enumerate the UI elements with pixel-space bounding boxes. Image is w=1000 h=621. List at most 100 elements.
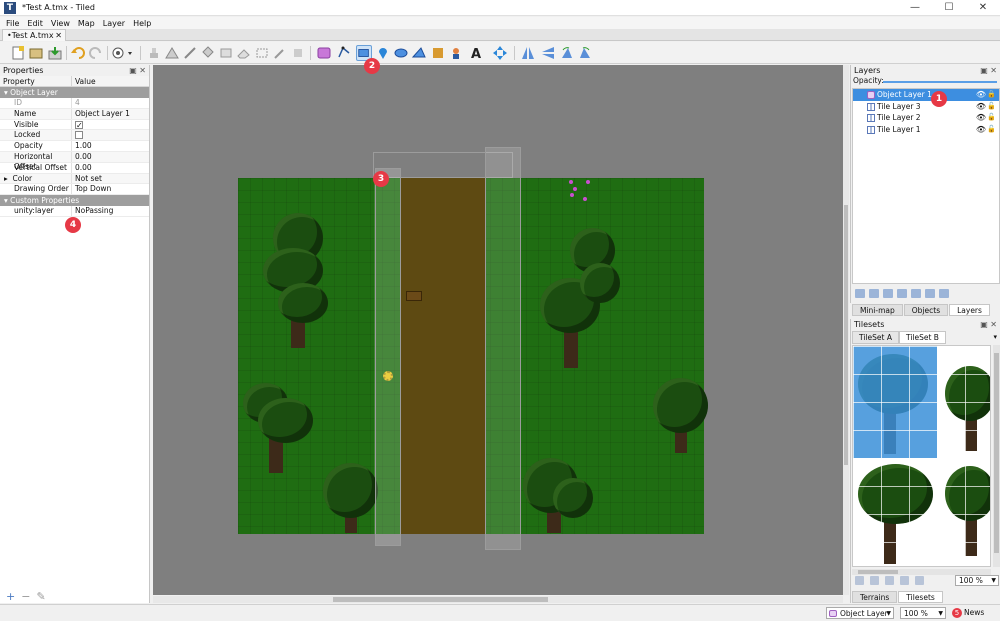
tab-tilesets[interactable]: Tilesets — [898, 591, 943, 603]
commands-icon[interactable] — [111, 45, 135, 61]
shape-fill-icon[interactable] — [218, 45, 234, 61]
minimize-button[interactable]: — — [898, 0, 932, 16]
flip-vertical-icon[interactable] — [540, 45, 556, 61]
terrain-brush-icon[interactable] — [164, 45, 180, 61]
map-canvas[interactable] — [153, 65, 843, 595]
property-value[interactable]: 0.00 — [72, 163, 92, 173]
new-layer-icon[interactable] — [855, 289, 865, 298]
menu-view[interactable]: View — [51, 19, 70, 28]
menu-file[interactable]: File — [6, 19, 19, 28]
property-row-unity-layer[interactable]: unity:layer NoPassing — [0, 206, 149, 217]
layer-item-tile-layer-3[interactable]: Tile Layer 3 👁 🔓 — [853, 101, 999, 113]
show-hide-other-layers-icon[interactable] — [925, 289, 935, 298]
new-tileset-icon[interactable] — [855, 576, 864, 585]
ellipse-tool-icon[interactable] — [393, 45, 409, 61]
bucket-fill-icon[interactable] — [200, 45, 216, 61]
canvas-vertical-scrollbar[interactable] — [843, 65, 849, 595]
property-row-locked[interactable]: Locked — [0, 130, 149, 142]
close-tab-icon[interactable]: ✕ — [55, 30, 62, 41]
tileset-view[interactable] — [852, 345, 991, 567]
property-value[interactable]: NoPassing — [72, 206, 113, 216]
opacity-slider[interactable] — [883, 81, 997, 83]
locked-checkbox[interactable] — [75, 131, 83, 140]
close-button[interactable]: ✕ — [966, 0, 1000, 16]
rename-property-icon[interactable]: ✎ — [36, 590, 45, 603]
visibility-eye-icon[interactable]: 👁 — [976, 101, 986, 113]
menu-help[interactable]: Help — [133, 19, 151, 28]
rotate-left-icon[interactable] — [559, 45, 575, 61]
property-row-opacity[interactable]: Opacity 1.00 — [0, 141, 149, 152]
property-row-drawing-order[interactable]: Drawing Order Top Down — [0, 184, 149, 196]
property-row-color[interactable]: ▸ Color Not set — [0, 173, 149, 185]
value-column-header[interactable]: Value — [72, 76, 96, 86]
tab-tileset-a[interactable]: TileSet A — [852, 331, 899, 344]
move-layer-down-icon[interactable] — [883, 289, 893, 298]
flip-horizontal-icon[interactable] — [520, 45, 536, 61]
visibility-eye-icon[interactable]: 👁 — [976, 112, 986, 124]
undo-icon[interactable] — [70, 45, 86, 61]
lock-icon[interactable]: 🔓 — [987, 124, 996, 136]
rotate-right-icon[interactable] — [577, 45, 593, 61]
edit-polygons-icon[interactable] — [336, 45, 352, 61]
property-row-visible[interactable]: Visible ✓ — [0, 119, 149, 131]
panel-float-close-icon[interactable]: ▣ ✕ — [129, 65, 146, 76]
object-layer-group[interactable]: ▾ Object Layer — [0, 87, 149, 98]
tileset-menu-chevron-icon[interactable]: ▾ — [993, 333, 997, 341]
menu-edit[interactable]: Edit — [27, 19, 43, 28]
lock-icon[interactable]: 🔓 — [987, 101, 996, 113]
property-value[interactable]: Not set — [72, 174, 102, 184]
tab-mini-map[interactable]: Mini-map — [852, 304, 903, 316]
remove-tileset-icon[interactable] — [915, 576, 924, 585]
maximize-button[interactable]: ☐ — [932, 0, 966, 16]
eraser-icon[interactable] — [236, 45, 252, 61]
insert-text-icon[interactable]: A — [468, 45, 484, 61]
edit-tileset-icon[interactable] — [900, 576, 909, 585]
tab-terrains[interactable]: Terrains — [852, 591, 898, 603]
property-value[interactable]: 1.00 — [72, 141, 92, 151]
canvas-horizontal-scrollbar[interactable] — [153, 596, 843, 603]
remove-property-icon[interactable]: − — [21, 590, 30, 603]
lock-unlock-other-layers-icon[interactable] — [939, 289, 949, 298]
redo-icon[interactable] — [88, 45, 104, 61]
stamp-brush-icon[interactable] — [146, 45, 162, 61]
save-file-icon[interactable] — [47, 45, 63, 61]
tileset-vertical-scrollbar[interactable] — [993, 345, 1000, 567]
move-tool-icon[interactable] — [492, 45, 508, 61]
insert-tile-object-icon[interactable] — [448, 45, 464, 61]
rectangle-object[interactable] — [485, 147, 521, 550]
panel-float-close-icon[interactable]: ▣ ✕ — [980, 319, 997, 330]
menu-map[interactable]: Map — [78, 19, 95, 28]
new-file-icon[interactable] — [10, 45, 26, 61]
polygon-tool-icon[interactable] — [411, 45, 427, 61]
rectangular-select-icon[interactable] — [254, 45, 270, 61]
magic-wand-icon[interactable] — [272, 45, 288, 61]
layer-item-tile-layer-1[interactable]: Tile Layer 1 👁 🔓 — [853, 124, 999, 136]
visibility-eye-icon[interactable]: 👁 — [976, 89, 986, 101]
select-same-tile-icon[interactable] — [290, 45, 306, 61]
embed-tileset-icon[interactable] — [870, 576, 879, 585]
tab-layers[interactable]: Layers — [949, 304, 990, 316]
document-tab[interactable]: •Test A.tmx ✕ — [2, 29, 66, 41]
layer-item-object-layer-1[interactable]: Object Layer 1 👁 🔒 — [853, 89, 999, 101]
property-column-header[interactable]: Property — [0, 76, 72, 86]
tab-objects[interactable]: Objects — [903, 304, 949, 316]
export-tileset-icon[interactable] — [885, 576, 894, 585]
custom-properties-group[interactable]: ▾ Custom Properties — [0, 195, 149, 207]
duplicate-layer-icon[interactable] — [897, 289, 907, 298]
open-file-icon[interactable] — [28, 45, 44, 61]
add-property-icon[interactable]: + — [6, 590, 15, 603]
delete-layer-icon[interactable] — [911, 289, 921, 298]
property-row-id[interactable]: ID 4 — [0, 98, 149, 109]
template-tool-icon[interactable] — [430, 45, 446, 61]
visible-checkbox[interactable]: ✓ — [75, 120, 83, 129]
move-layer-up-icon[interactable] — [869, 289, 879, 298]
wang-brush-icon[interactable] — [182, 45, 198, 61]
visibility-eye-icon[interactable]: 👁 — [976, 124, 986, 136]
property-row-vertical-offset[interactable]: Vertical Offset 0.00 — [0, 162, 149, 174]
lock-icon[interactable]: 🔒 — [987, 89, 996, 101]
tileset-zoom-select[interactable]: 100 % ▼ — [955, 575, 999, 586]
panel-float-close-icon[interactable]: ▣ ✕ — [980, 65, 997, 76]
news-button[interactable]: 5 News — [952, 608, 984, 618]
tile-map[interactable] — [238, 178, 708, 534]
insert-tile-icon[interactable] — [316, 45, 332, 61]
